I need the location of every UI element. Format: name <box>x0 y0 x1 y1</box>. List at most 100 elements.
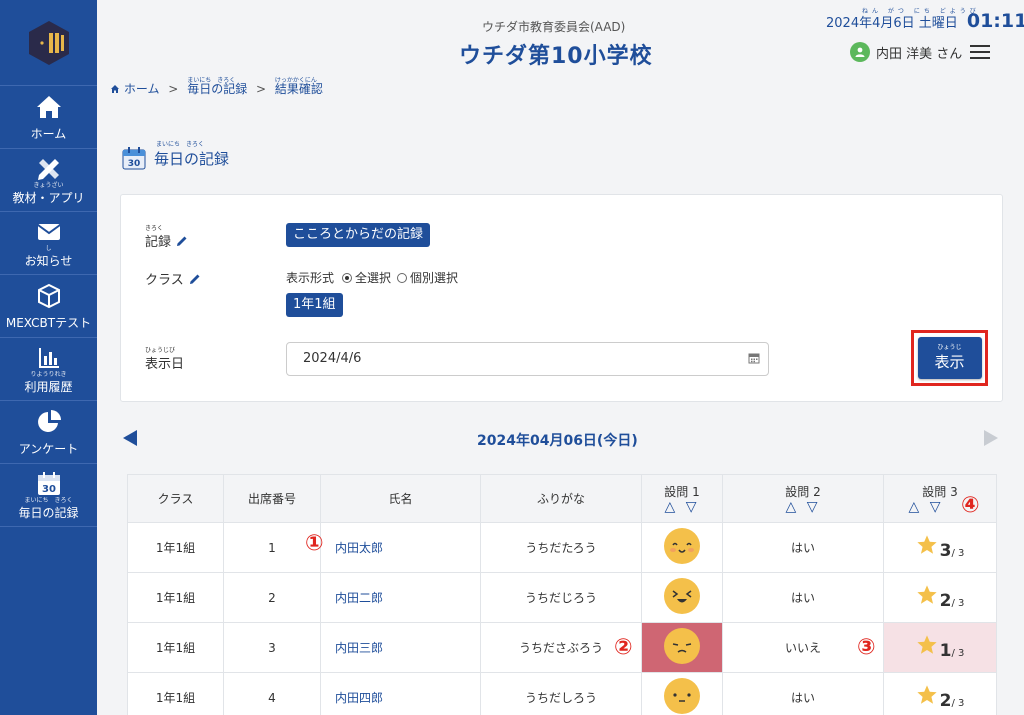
next-day-arrow-icon[interactable] <box>984 430 998 446</box>
column-header-number: 出席番号 <box>223 474 321 523</box>
sidebar-item-label: 利用履歴 <box>24 379 73 394</box>
mail-icon <box>36 223 61 240</box>
calendar-icon: 30 <box>37 471 60 495</box>
cell-class: 1年1組 <box>127 572 224 623</box>
show-button-highlight: ひょうじ 表示 <box>911 330 988 386</box>
sidebar-item-ruby: きょうざい <box>33 181 64 189</box>
pencil-ruler-icon <box>37 158 59 180</box>
smiling-face-icon <box>664 528 700 564</box>
previous-day-arrow-icon[interactable] <box>123 430 137 446</box>
radio-individual[interactable] <box>397 272 408 283</box>
student-name-link[interactable]: 内田四郎 <box>320 672 481 715</box>
cell-q1-alert <box>641 622 723 673</box>
cell-q3-alert: 1 / 3 <box>883 622 997 673</box>
star-rating-value: 2 <box>939 691 952 711</box>
cell-q1 <box>641 572 723 623</box>
record-label-text: 記録 <box>145 235 172 250</box>
q1-sort-icon[interactable]: △ ▽ <box>642 500 722 514</box>
user-avatar-icon <box>850 42 870 62</box>
breadcrumb-separator: > <box>256 82 267 96</box>
breadcrumb-home[interactable]: ホーム <box>110 82 163 96</box>
radio-all[interactable] <box>342 272 353 283</box>
cell-q1 <box>641 522 723 573</box>
pencil-icon[interactable] <box>176 235 188 247</box>
sidebar-item-home[interactable]: ホーム <box>0 86 97 149</box>
display-format-options: 表示形式 全選択 個別選択 <box>286 269 458 286</box>
pencil-icon[interactable] <box>189 273 201 285</box>
calendar-icon: 30 <box>122 147 146 170</box>
cell-q2: はい <box>722 572 884 623</box>
cell-q3: 3 / 3 <box>883 522 997 573</box>
star-rating-max: / 3 <box>951 648 965 659</box>
record-label: きろく 記録 <box>145 225 188 250</box>
logo-icon <box>28 20 69 65</box>
current-datetime: ねん がつ にち どようび 2024年4月6日 土曜日 01:11 <box>826 8 1024 32</box>
user-menu[interactable]: 内田 洋美 さん <box>850 42 962 62</box>
grinning-face-icon <box>664 578 700 614</box>
page-heading: 30 まいにち きろく 毎日の記録 <box>122 141 229 170</box>
hamburger-menu-icon[interactable] <box>970 45 990 59</box>
record-type-chip[interactable]: こころとからだの記録 <box>286 223 431 247</box>
q1-label: 設問 1 <box>664 484 700 499</box>
page-calendar-day: 30 <box>128 159 141 169</box>
show-button[interactable]: ひょうじ 表示 <box>917 337 982 379</box>
app-logo[interactable] <box>0 0 97 86</box>
sidebar-item-daily-record[interactable]: 30 まいにち きろく 毎日の記録 <box>0 464 97 527</box>
class-label: クラス <box>145 269 201 288</box>
sidebar-item-survey[interactable]: アンケート <box>0 401 97 464</box>
display-date-input[interactable]: 2024/4/6 <box>286 342 769 376</box>
display-format-label: 表示形式 <box>286 271 335 285</box>
student-name-link[interactable]: 内田太郎 <box>320 522 481 573</box>
calendar-picker-icon[interactable] <box>748 352 760 364</box>
home-icon <box>111 85 119 93</box>
home-icon <box>36 95 61 118</box>
cell-kana: うちだじろう <box>480 572 642 623</box>
sidebar-item-label: MEXCBTテスト <box>5 315 92 330</box>
breadcrumb-result: けっかかくにん 結果確認 <box>275 77 323 96</box>
student-name-link[interactable]: 内田二郎 <box>320 572 481 623</box>
sidebar-item-ruby: まいにち きろく <box>24 496 73 504</box>
column-header-class: クラス <box>127 474 224 523</box>
sidebar-item-label: アンケート <box>18 441 79 456</box>
show-button-label: 表示 <box>934 353 965 371</box>
cell-kana: うちだたろう <box>480 522 642 573</box>
sidebar-item-materials[interactable]: きょうざい 教材・アプリ <box>0 149 97 212</box>
star-icon <box>916 635 937 654</box>
star-rating-max: / 3 <box>951 598 965 609</box>
current-date: 2024年4月6日 土曜日 <box>826 16 958 31</box>
q3-sort-icon[interactable]: △ ▽ <box>884 500 968 514</box>
breadcrumb-home-label: ホーム <box>123 82 160 96</box>
sidebar-item-mexcbt[interactable]: MEXCBTテスト <box>0 275 97 338</box>
class-chip[interactable]: 1年1組 <box>286 293 343 317</box>
column-header-kana: ふりがな <box>480 474 642 523</box>
column-header-q1: 設問 1 △ ▽ <box>641 474 723 523</box>
sidebar-item-history[interactable]: りようりれき 利用履歴 <box>0 338 97 401</box>
sidebar-item-label: お知らせ <box>24 253 73 268</box>
star-icon <box>916 685 937 704</box>
cell-class: 1年1組 <box>127 522 224 573</box>
day-title: 2024年04月06日(今日) <box>477 433 638 449</box>
results-table: クラス 出席番号 氏名 ふりがな 設問 1 △ ▽ 設問 2 △ ▽ 設問 3 … <box>127 474 997 715</box>
cube-icon <box>37 283 60 308</box>
date-ruby: ねん がつ にち どようび <box>862 8 980 15</box>
cell-kana: うちだしろう <box>480 672 642 715</box>
star-rating-max: / 3 <box>951 698 965 709</box>
breadcrumb-separator: > <box>168 82 179 96</box>
student-name-link[interactable]: 内田三郎 <box>320 622 481 673</box>
bar-chart-icon <box>38 347 59 368</box>
breadcrumb-ruby: まいにち きろく <box>187 77 236 84</box>
sidebar-item-ruby: りようりれき <box>30 370 67 378</box>
show-button-ruby: ひょうじ <box>937 344 962 351</box>
date-label-text: 表示日 <box>145 357 185 372</box>
filter-card: きろく 記録 こころとからだの記録 クラス 表示形式 全選択 個別選択 1年1組… <box>120 194 1003 402</box>
date-label-ruby: ひょうじび <box>145 347 176 354</box>
class-label-text: クラス <box>145 273 184 288</box>
organization-name: ウチダ市教育委員会(AAD) <box>482 20 626 34</box>
sidebar-item-notices[interactable]: し お知らせ <box>0 212 97 275</box>
star-rating-value: 2 <box>939 591 952 611</box>
breadcrumb-daily-record[interactable]: まいにち きろく 毎日の記録 <box>187 77 251 96</box>
radio-all-label[interactable]: 全選択 <box>355 269 391 286</box>
annotation-marker-2: ② <box>614 635 633 660</box>
q2-sort-icon[interactable]: △ ▽ <box>723 500 883 514</box>
radio-individual-label[interactable]: 個別選択 <box>410 269 458 286</box>
